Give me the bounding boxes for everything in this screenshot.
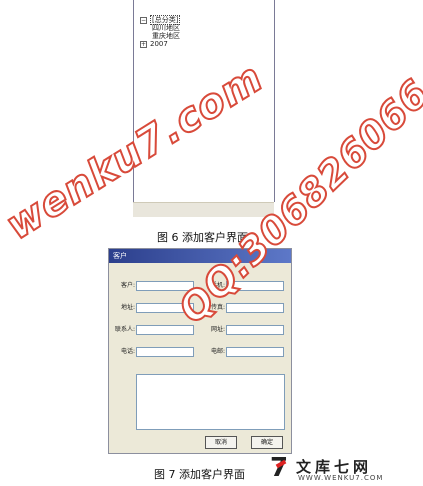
email-label: 电邮: xyxy=(210,348,225,355)
email-field[interactable] xyxy=(226,347,284,357)
tree-child-label[interactable]: 四川地区 xyxy=(152,24,180,32)
collapse-icon[interactable]: − xyxy=(140,16,147,24)
tree-child-node[interactable]: 重庆地区 xyxy=(152,32,180,40)
dialog-title: 客户 xyxy=(113,252,127,260)
tree-panel-footer xyxy=(133,202,274,217)
contact-label: 联系人: xyxy=(114,326,135,333)
website-field[interactable] xyxy=(226,325,284,335)
tree-root-node[interactable]: − [总分类] xyxy=(140,15,181,25)
fax-field[interactable] xyxy=(226,303,284,313)
ok-button[interactable]: 确定 xyxy=(251,436,283,449)
phone-field[interactable] xyxy=(136,347,194,357)
tree-sibling-label[interactable]: 2007 xyxy=(150,40,168,48)
address-label: 地址: xyxy=(120,304,135,311)
expand-icon[interactable]: + xyxy=(140,40,147,48)
contact-field[interactable] xyxy=(136,325,194,335)
tree-child-label[interactable]: 重庆地区 xyxy=(152,32,180,40)
phone-label: 电话: xyxy=(120,348,135,355)
notes-textarea[interactable] xyxy=(136,374,285,430)
cancel-button[interactable]: 取消 xyxy=(205,436,237,449)
customer-label: 客户: xyxy=(120,282,135,289)
logo-mark: 7 xyxy=(270,453,289,483)
figure-7-caption: 图 7 添加客户界面 xyxy=(154,468,245,481)
logo-url: WWW.WENKU7.COM xyxy=(298,474,384,482)
site-logo: 7 文库七网 WWW.WENKU7.COM xyxy=(268,454,423,486)
tree-child-node[interactable]: 四川地区 xyxy=(152,24,180,32)
tree-sibling-node[interactable]: +2007 xyxy=(140,40,168,48)
